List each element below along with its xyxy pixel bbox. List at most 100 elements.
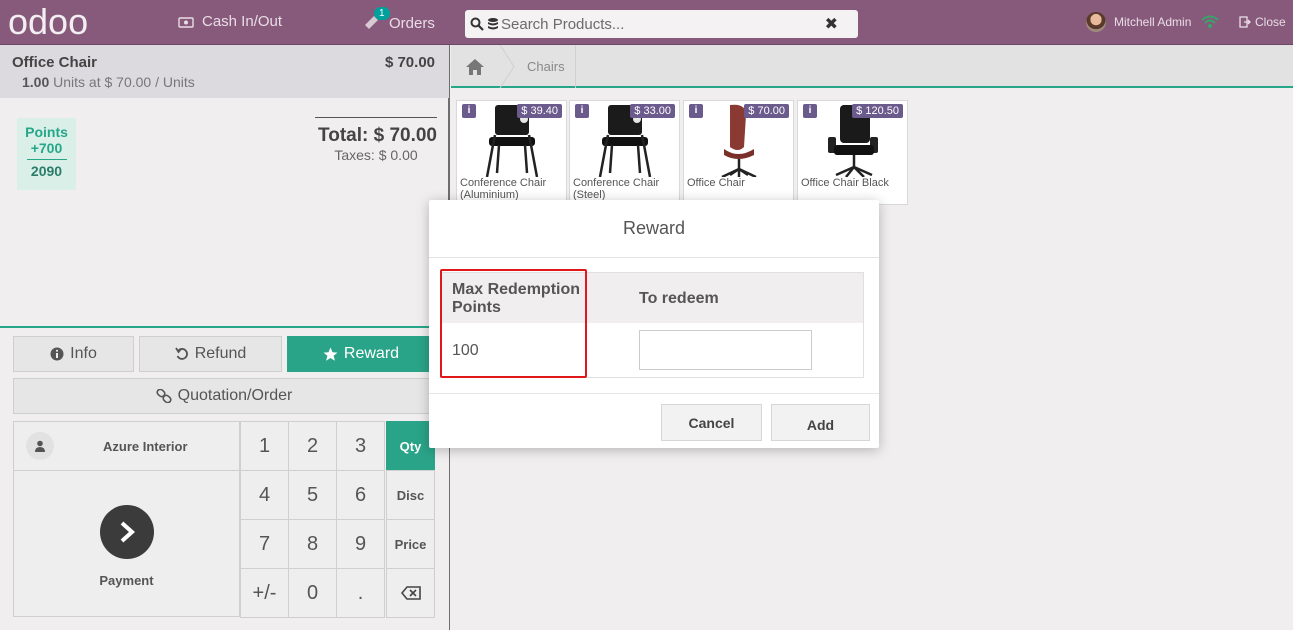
product-card[interactable]: i $ 33.00 Conference Chair (Steel): [569, 100, 680, 205]
breadcrumb-chairs[interactable]: Chairs: [527, 59, 565, 74]
loyalty-points-box: Points +700 2090: [17, 118, 76, 190]
wifi-icon[interactable]: [1200, 14, 1220, 30]
product-price: $ 70.00: [744, 104, 789, 118]
orders-button[interactable]: 1 Orders: [363, 7, 435, 33]
quotation-order-label: Quotation/Order: [177, 387, 293, 404]
payment-button[interactable]: Payment: [13, 470, 240, 617]
dialog-title: Reward: [429, 200, 879, 258]
info-label: Info: [70, 345, 97, 362]
refund-button[interactable]: Refund: [139, 336, 282, 372]
numpad-key-4[interactable]: 4: [240, 470, 289, 520]
numpad-key-dot[interactable]: .: [336, 568, 385, 618]
order-line[interactable]: Office Chair $ 70.00 1.00 Units at $ 70.…: [0, 45, 449, 98]
product-card[interactable]: i $ 39.40 Conference Chair (Aluminium): [456, 100, 567, 205]
customer-name: Azure Interior: [103, 438, 188, 454]
sign-out-icon: [1239, 16, 1251, 28]
numpad-key-5[interactable]: 5: [288, 470, 337, 520]
product-info-icon[interactable]: i: [462, 104, 476, 118]
numpad-key-8[interactable]: 8: [288, 519, 337, 569]
search-icon: [470, 17, 484, 31]
backspace-icon: [400, 586, 421, 600]
numpad-area: Azure Interior Payment 1 2 3 Qty 4 5 6 D…: [13, 421, 435, 618]
close-label: Close: [1255, 15, 1286, 29]
cash-in-out-button[interactable]: Cash In/Out: [178, 13, 282, 30]
cancel-button[interactable]: Cancel: [661, 404, 762, 441]
chevron-right-icon: [100, 505, 154, 559]
user-icon: [26, 432, 54, 460]
dialog-footer: Cancel Add: [429, 393, 879, 448]
product-name: Conference Chair (Aluminium): [460, 177, 547, 201]
to-redeem-header: To redeem: [639, 290, 719, 307]
payment-label: Payment: [99, 573, 154, 588]
numpad-key-1[interactable]: 1: [240, 421, 289, 471]
to-redeem-input[interactable]: [639, 330, 812, 370]
order-totals: Total: $ 70.00 Taxes: $ 0.00: [315, 117, 437, 163]
mode-disc-button[interactable]: Disc: [386, 470, 435, 520]
close-button[interactable]: Close: [1239, 15, 1286, 29]
order-line-price: $ 70.00: [384, 54, 435, 71]
points-added: +700: [30, 140, 63, 156]
product-card[interactable]: i $ 70.00 Office Chair: [683, 100, 794, 205]
numpad-key-9[interactable]: 9: [336, 519, 385, 569]
avatar: [1086, 12, 1106, 32]
clear-search-icon[interactable]: ✖: [825, 14, 838, 34]
home-button[interactable]: [451, 45, 498, 88]
ticket-icon: 1: [363, 7, 390, 33]
order-pane: Office Chair $ 70.00 1.00 Units at $ 70.…: [0, 45, 450, 630]
order-total: Total: $ 70.00: [318, 125, 437, 146]
undo-icon: [174, 347, 188, 360]
order-line-name: Office Chair: [12, 54, 98, 71]
product-name: Office Chair: [687, 177, 745, 189]
mode-price-button[interactable]: Price: [386, 519, 435, 569]
orders-label: Orders: [389, 14, 435, 32]
money-icon: [178, 16, 194, 28]
order-line-unit: Units at $ 70.00 / Units: [53, 74, 195, 90]
control-panel: Info Refund Reward Quotation/Order Azure…: [0, 326, 449, 630]
order-line-qty-value: 1.00: [22, 74, 50, 90]
totals-divider: [315, 117, 437, 118]
customer-button[interactable]: Azure Interior: [13, 421, 240, 471]
refund-label: Refund: [194, 345, 247, 362]
search-bar[interactable]: Search Products... ✖: [465, 10, 858, 38]
search-input[interactable]: Search Products...: [501, 16, 624, 33]
points-total: 2090: [30, 163, 63, 179]
numpad-key-7[interactable]: 7: [240, 519, 289, 569]
svg-text:odoo: odoo: [8, 4, 88, 40]
product-info-icon[interactable]: i: [575, 104, 589, 118]
info-icon: [50, 347, 64, 361]
backspace-button[interactable]: [386, 568, 435, 618]
product-info-icon[interactable]: i: [803, 104, 817, 118]
product-card[interactable]: i $ 120.50 Office Chair Black: [797, 100, 908, 205]
cash-in-out-label: Cash In/Out: [202, 13, 283, 30]
quotation-order-button[interactable]: Quotation/Order: [13, 378, 435, 414]
product-price: $ 33.00: [630, 104, 675, 118]
breadcrumb: Chairs: [451, 45, 1293, 88]
product-price: $ 120.50: [852, 104, 903, 118]
points-label: Points: [25, 124, 68, 140]
mode-qty-button[interactable]: Qty: [386, 421, 435, 471]
order-taxes: Taxes: $ 0.00: [334, 147, 418, 163]
breadcrumb-separator: [499, 45, 515, 88]
reward-button[interactable]: Reward: [287, 336, 435, 372]
numpad-key-6[interactable]: 6: [336, 470, 385, 520]
product-info-icon[interactable]: i: [689, 104, 703, 118]
info-button[interactable]: Info: [13, 336, 134, 372]
highlight-box: [440, 269, 587, 378]
barcode-database-icon: [488, 18, 498, 30]
points-divider: [26, 159, 67, 160]
product-price: $ 39.40: [517, 104, 562, 118]
orders-count-badge: 1: [374, 7, 390, 20]
numpad-key-0[interactable]: 0: [288, 568, 337, 618]
home-icon: [465, 58, 484, 75]
product-name: Office Chair Black: [801, 177, 889, 189]
numpad-key-2[interactable]: 2: [288, 421, 337, 471]
numpad-key-3[interactable]: 3: [336, 421, 385, 471]
star-icon: [323, 347, 338, 361]
top-bar: odoo Cash In/Out 1 Orders Search Product…: [0, 0, 1293, 45]
order-line-quantity: 1.00 Units at $ 70.00 / Units: [22, 74, 437, 90]
add-button[interactable]: Add: [771, 404, 870, 441]
link-icon: [156, 389, 172, 403]
user-name: Mitchell Admin: [1114, 15, 1192, 29]
numpad-key-plus-minus[interactable]: +/-: [240, 568, 289, 618]
user-menu[interactable]: Mitchell Admin: [1086, 12, 1191, 32]
